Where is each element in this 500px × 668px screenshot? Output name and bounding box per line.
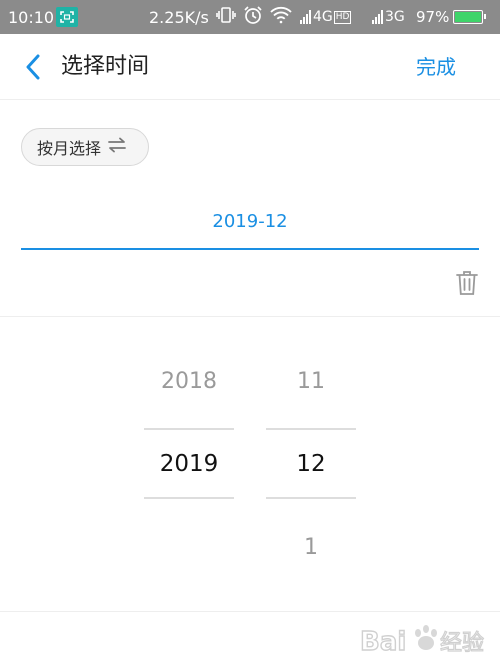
chevron-left-icon [26,54,40,80]
month-next[interactable]: 1 [266,528,356,568]
selected-date-value[interactable]: 2019-12 [21,204,479,240]
header: 选择时间 完成 [0,34,500,100]
year-prev[interactable]: 2018 [144,362,234,402]
select-by-month-chip[interactable]: 按月选择 [21,128,149,166]
screenshot-icon [56,0,78,34]
svg-text:Bai: Bai [360,627,406,657]
date-field-underline [21,248,479,250]
signal-icon-2: 3G [372,0,405,34]
signal-icon: 4G HD [300,0,352,34]
year-next[interactable] [144,528,234,568]
network2-label: 3G [385,9,405,25]
month-selection-line-bottom [266,497,356,499]
page-title: 选择时间 [61,54,150,79]
divider [0,316,500,317]
status-bar: 10:10 2.25K/s 4G HD 3G 97% [0,0,500,34]
month-wheel[interactable]: 11 12 1 [266,340,356,590]
delete-button[interactable] [452,268,482,298]
mode-chip-label: 按月选择 [37,139,102,158]
network1-badge: HD [333,10,352,24]
baidu-watermark-logo: Bai 经验 [356,614,496,664]
year-wheel[interactable]: 2018 2019 [144,340,234,590]
status-speed: 2.25K/s [149,7,209,27]
battery-status: 97% [416,0,487,34]
done-button[interactable]: 完成 [416,34,456,100]
year-selection-line-bottom [144,497,234,499]
svg-text:经验: 经验 [440,631,484,656]
network1-label: 4G [313,9,333,25]
battery-text: 97% [416,8,450,26]
divider [0,611,500,612]
month-selected[interactable]: 12 [266,444,356,484]
status-time: 10:10 [8,7,55,27]
month-prev[interactable]: 11 [266,362,356,402]
alarm-icon [243,5,263,29]
status-icons [216,0,292,34]
year-selected[interactable]: 2019 [144,444,234,484]
battery-icon [453,10,487,24]
trash-icon [456,271,478,295]
back-button[interactable] [16,50,50,84]
year-selection-line-top [144,428,234,430]
vibrate-icon [216,6,236,28]
month-selection-line-top [266,428,356,430]
wifi-icon [270,6,292,28]
swap-icon [107,137,127,157]
